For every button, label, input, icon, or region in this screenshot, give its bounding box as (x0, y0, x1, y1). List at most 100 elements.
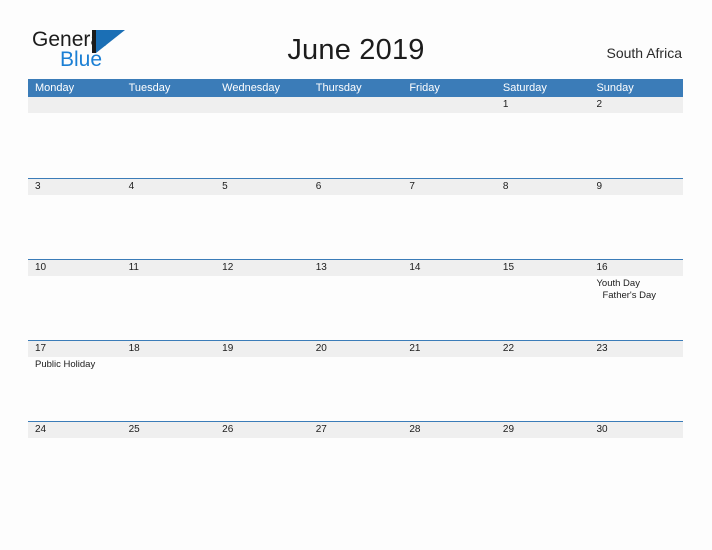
day-cell-22[interactable] (496, 357, 590, 371)
day-cell-3[interactable] (28, 195, 122, 197)
day-number-15[interactable]: 15 (496, 260, 590, 276)
day-number-23[interactable]: 23 (589, 341, 683, 357)
calendar-week-row: 10 11 12 13 14 15 16 Youth Day Father's Day (28, 259, 683, 340)
day-number-empty (215, 97, 309, 113)
week-date-number-band: 24 25 26 27 28 29 30 (28, 422, 683, 438)
day-cell-20[interactable] (309, 357, 403, 371)
day-number-26[interactable]: 26 (215, 422, 309, 438)
day-number-10[interactable]: 10 (28, 260, 122, 276)
day-cell-30[interactable] (589, 438, 683, 440)
day-cell-empty (215, 113, 309, 115)
week-event-band (28, 195, 683, 197)
day-cell-2[interactable] (589, 113, 683, 115)
day-cell-12[interactable] (215, 276, 309, 302)
day-cell-10[interactable] (28, 276, 122, 302)
day-cell-6[interactable] (309, 195, 403, 197)
day-number-8[interactable]: 8 (496, 179, 590, 195)
day-cell-18[interactable] (122, 357, 216, 371)
day-event-label: Youth Day (596, 278, 640, 289)
week-event-band: Youth Day Father's Day (28, 276, 683, 302)
day-number-12[interactable]: 12 (215, 260, 309, 276)
day-number-27[interactable]: 27 (309, 422, 403, 438)
day-cell-24[interactable] (28, 438, 122, 440)
calendar-week-row: 17 18 19 20 21 22 23 Public Holiday (28, 340, 683, 421)
day-number-19[interactable]: 19 (215, 341, 309, 357)
day-number-14[interactable]: 14 (402, 260, 496, 276)
week-event-band (28, 113, 683, 115)
day-cell-empty (28, 113, 122, 115)
day-cell-28[interactable] (402, 438, 496, 440)
day-number-empty (309, 97, 403, 113)
day-cell-14[interactable] (402, 276, 496, 302)
day-cell-29[interactable] (496, 438, 590, 440)
day-cell-17[interactable]: Public Holiday (28, 357, 122, 371)
day-number-24[interactable]: 24 (28, 422, 122, 438)
day-number-6[interactable]: 6 (309, 179, 403, 195)
day-cell-23[interactable] (589, 357, 683, 371)
day-event-label: Public Holiday (35, 359, 96, 370)
day-number-29[interactable]: 29 (496, 422, 590, 438)
day-number-28[interactable]: 28 (402, 422, 496, 438)
day-number-5[interactable]: 5 (215, 179, 309, 195)
day-cell-13[interactable] (309, 276, 403, 302)
day-cell-empty (309, 113, 403, 115)
week-event-band (28, 438, 683, 440)
day-number-13[interactable]: 13 (309, 260, 403, 276)
day-number-empty (402, 97, 496, 113)
day-cell-27[interactable] (309, 438, 403, 440)
week-date-number-band: 10 11 12 13 14 15 16 (28, 260, 683, 276)
day-cell-8[interactable] (496, 195, 590, 197)
day-cell-4[interactable] (122, 195, 216, 197)
weekday-header-monday: Monday (35, 82, 75, 94)
page-title: June 2019 (287, 34, 425, 66)
calendar-week-row: 3456789 (28, 178, 683, 259)
day-cell-26[interactable] (215, 438, 309, 440)
weekday-header-tuesday: Tuesday (128, 82, 171, 94)
day-number-empty (28, 97, 122, 113)
day-number-empty (122, 97, 216, 113)
day-cell-7[interactable] (402, 195, 496, 197)
weekday-header-friday: Friday (409, 82, 440, 94)
country-label: South Africa (606, 45, 683, 61)
day-cell-16[interactable]: Youth Day Father's Day (589, 276, 683, 302)
calendar-page: General Blue June 2019 South Africa Mond… (0, 0, 712, 550)
day-number-21[interactable]: 21 (402, 341, 496, 357)
day-number-18[interactable]: 18 (122, 341, 216, 357)
calendar-week-row: 12 (28, 97, 683, 178)
day-cell-21[interactable] (402, 357, 496, 371)
day-number-30[interactable]: 30 (589, 422, 683, 438)
day-number-11[interactable]: 11 (122, 260, 216, 276)
day-number-20[interactable]: 20 (309, 341, 403, 357)
day-number-3[interactable]: 3 (28, 179, 122, 195)
day-number-22[interactable]: 22 (496, 341, 590, 357)
week-event-band: Public Holiday (28, 357, 683, 371)
day-cell-1[interactable] (496, 113, 590, 115)
weekday-header-wednesday: Wednesday (222, 82, 281, 94)
day-number-25[interactable]: 25 (122, 422, 216, 438)
day-cell-15[interactable] (496, 276, 590, 302)
day-event-label: Father's Day (602, 290, 657, 301)
day-cell-25[interactable] (122, 438, 216, 440)
day-cell-9[interactable] (589, 195, 683, 197)
weekday-header-thursday: Thursday (315, 82, 362, 94)
day-cell-empty (402, 113, 496, 115)
day-number-7[interactable]: 7 (402, 179, 496, 195)
day-cell-5[interactable] (215, 195, 309, 197)
day-cell-11[interactable] (122, 276, 216, 302)
calendar-body: 1 2 3 4 5 6 7 8 9 10 11 12 13 14 15 16 Youth Day Father's… (28, 97, 683, 502)
weekday-header-sunday: Sunday (596, 82, 634, 94)
weekday-header-saturday: Saturday (502, 82, 547, 94)
day-number-16[interactable]: 16 (589, 260, 683, 276)
day-number-9[interactable]: 9 (589, 179, 683, 195)
calendar-grid: Monday Tuesday Wednesday Thursday Friday Satu… (28, 79, 683, 502)
week-date-number-band: 17 18 19 20 21 22 23 (28, 341, 683, 357)
day-number-2[interactable]: 2 (589, 97, 683, 113)
day-cell-empty (122, 113, 216, 115)
day-number-17[interactable]: 17 (28, 341, 122, 357)
day-number-4[interactable]: 4 (122, 179, 216, 195)
week-date-number-band: 3456789 (28, 179, 683, 195)
day-cell-19[interactable] (215, 357, 309, 371)
page-header: General Blue June 2019 South Africa (0, 0, 712, 78)
calendar-week-row: 24 25 26 27 28 29 30 (28, 421, 683, 502)
day-number-1[interactable]: 1 (496, 97, 590, 113)
